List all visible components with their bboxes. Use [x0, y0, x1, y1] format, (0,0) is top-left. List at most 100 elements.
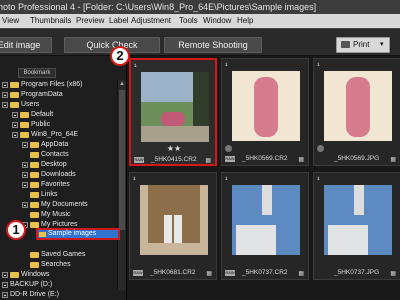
- tree-node[interactable]: Program Files (x86): [2, 80, 82, 90]
- expand-icon[interactable]: [2, 272, 8, 278]
- photo-kids-door: [140, 185, 208, 255]
- expand-icon[interactable]: [2, 82, 8, 88]
- tree-node[interactable]: DD-R Drive (E:): [2, 290, 59, 300]
- window-title: Photo Professional 4 - [Folder: C:\Users…: [0, 2, 317, 12]
- folder-icon: [30, 252, 39, 258]
- tab-bookmark[interactable]: Bookmark: [18, 68, 56, 78]
- tree-node[interactable]: Users: [2, 100, 39, 110]
- folder-tree: Program Files (x86) ProgramData Users De…: [0, 80, 118, 300]
- tree-node[interactable]: Desktop: [22, 160, 67, 170]
- check-icon: [225, 145, 232, 152]
- menu-label[interactable]: Label: [109, 14, 129, 28]
- thumbnail-cell[interactable]: ¹ RAW _5HK0569.CR2 ▦: [221, 58, 309, 166]
- thumbnail-cell[interactable]: ¹ RAW _5HK0737.CR2 ▦: [221, 172, 309, 280]
- grid-icon: ▦: [390, 271, 396, 277]
- check-icon: [317, 145, 324, 152]
- tree-node[interactable]: Downloads: [22, 170, 76, 180]
- tree-node[interactable]: BACKUP (D:): [2, 280, 52, 290]
- tree-node[interactable]: Win8_Pro_64E: [12, 130, 78, 140]
- expand-icon[interactable]: [2, 282, 8, 288]
- grid-icon: ▦: [390, 157, 396, 163]
- expand-icon[interactable]: [12, 122, 18, 128]
- expand-icon[interactable]: [12, 112, 18, 118]
- folder-icon: [30, 172, 39, 178]
- rating-stars: ★★: [166, 144, 182, 153]
- flag-icon: ¹: [317, 61, 320, 70]
- menu-bar: View Thumbnails Preview Label Adjustment…: [0, 14, 400, 28]
- expand-icon[interactable]: [12, 132, 18, 138]
- printer-icon: [341, 41, 350, 48]
- menu-view[interactable]: View: [2, 14, 19, 28]
- title-bar: Photo Professional 4 - [Folder: C:\Users…: [0, 0, 400, 14]
- print-button[interactable]: Print ▾: [336, 37, 390, 53]
- chevron-down-icon: ▾: [380, 41, 384, 48]
- tree-scrollbar[interactable]: ▲: [117, 80, 126, 290]
- folder-icon: [10, 102, 19, 108]
- folder-icon: [30, 182, 39, 188]
- app-window: Photo Professional 4 - [Folder: C:\Users…: [0, 0, 400, 300]
- thumbnail-grid: ¹ ★★ RAW _5HK0415.CR2 ▦ 2 ¹ RAW _5HK0569…: [110, 46, 400, 300]
- sample-images-label: Sample images: [48, 230, 97, 237]
- folder-icon: [30, 192, 39, 198]
- menu-thumbnails[interactable]: Thumbnails: [30, 14, 71, 28]
- tree-node[interactable]: Links: [30, 190, 57, 200]
- expand-icon[interactable]: [22, 202, 28, 208]
- menu-adjustment[interactable]: Adjustment: [131, 14, 171, 28]
- remote-shooting-button[interactable]: Remote Shooting: [164, 37, 262, 53]
- expand-icon[interactable]: [2, 102, 8, 108]
- expand-icon[interactable]: [22, 142, 28, 148]
- thumbnail-filename: _5HK0681.CR2: [150, 269, 196, 276]
- grid-icon: ▦: [298, 271, 304, 277]
- expand-icon[interactable]: [22, 182, 28, 188]
- thumbnail-cell[interactable]: ¹ RAW _5HK0681.CR2 ▦: [129, 172, 217, 280]
- photo-girl-dancing: [232, 71, 300, 141]
- expand-icon[interactable]: [2, 292, 8, 298]
- thumbnail-filename: _5HK0737.JPG: [334, 269, 380, 276]
- tree-node[interactable]: Public: [12, 120, 50, 130]
- menu-tools[interactable]: Tools: [179, 14, 198, 28]
- sample-images-folder[interactable]: Sample images: [36, 228, 120, 240]
- flag-icon: ¹: [317, 175, 320, 184]
- thumbnail-cell[interactable]: ¹ _5HK0569.JPG ▦: [313, 58, 400, 166]
- photo-garden: [141, 72, 209, 142]
- menu-help[interactable]: Help: [237, 14, 253, 28]
- toolbar: Edit image Quick Check Remote Shooting P…: [0, 28, 400, 56]
- print-label: Print: [353, 40, 370, 49]
- tree-node[interactable]: My Documents: [22, 200, 88, 210]
- folder-icon: [30, 142, 39, 148]
- callout-two: 2: [110, 46, 130, 66]
- folder-icon: [30, 212, 39, 218]
- tree-node[interactable]: My Music: [30, 210, 71, 220]
- folder-icon: [10, 92, 19, 98]
- photo-girl-dancing: [324, 71, 392, 141]
- grid-icon: ▦: [206, 271, 212, 277]
- thumbnail-filename: _5HK0569.JPG: [334, 155, 380, 162]
- menu-window[interactable]: Window: [203, 14, 231, 28]
- edit-image-button[interactable]: Edit image: [0, 37, 52, 53]
- tree-node[interactable]: Contacts: [30, 150, 69, 160]
- menu-preview[interactable]: Preview: [76, 14, 104, 28]
- folder-icon: [10, 82, 19, 88]
- thumbnail-cell[interactable]: ¹ _5HK0737.JPG ▦: [313, 172, 400, 280]
- expand-icon[interactable]: [22, 162, 28, 168]
- folder-icon: [20, 112, 29, 118]
- tree-node[interactable]: Windows: [2, 270, 49, 280]
- tree-node[interactable]: AppData: [22, 140, 68, 150]
- photo-girl-fountain: [324, 185, 392, 255]
- scroll-up-icon[interactable]: ▲: [119, 81, 125, 88]
- raw-badge-icon: RAW: [225, 270, 235, 276]
- expand-icon[interactable]: [22, 172, 28, 178]
- thumbnail-filename: _5HK0569.CR2: [242, 155, 288, 162]
- thumbnail-cell[interactable]: ¹ ★★ RAW _5HK0415.CR2 ▦: [129, 58, 217, 166]
- folder-icon: [30, 202, 39, 208]
- expand-icon[interactable]: [2, 92, 8, 98]
- tree-node[interactable]: Saved Games: [30, 250, 85, 260]
- scroll-thumb[interactable]: [119, 90, 125, 230]
- tree-node[interactable]: Favorites: [22, 180, 70, 190]
- folder-icon: [30, 152, 39, 158]
- tree-node[interactable]: ProgramData: [2, 90, 63, 100]
- flag-icon: ¹: [225, 175, 228, 184]
- tree-node[interactable]: Searches: [30, 260, 71, 270]
- grid-icon: ▦: [205, 158, 211, 164]
- tree-node[interactable]: Default: [12, 110, 53, 120]
